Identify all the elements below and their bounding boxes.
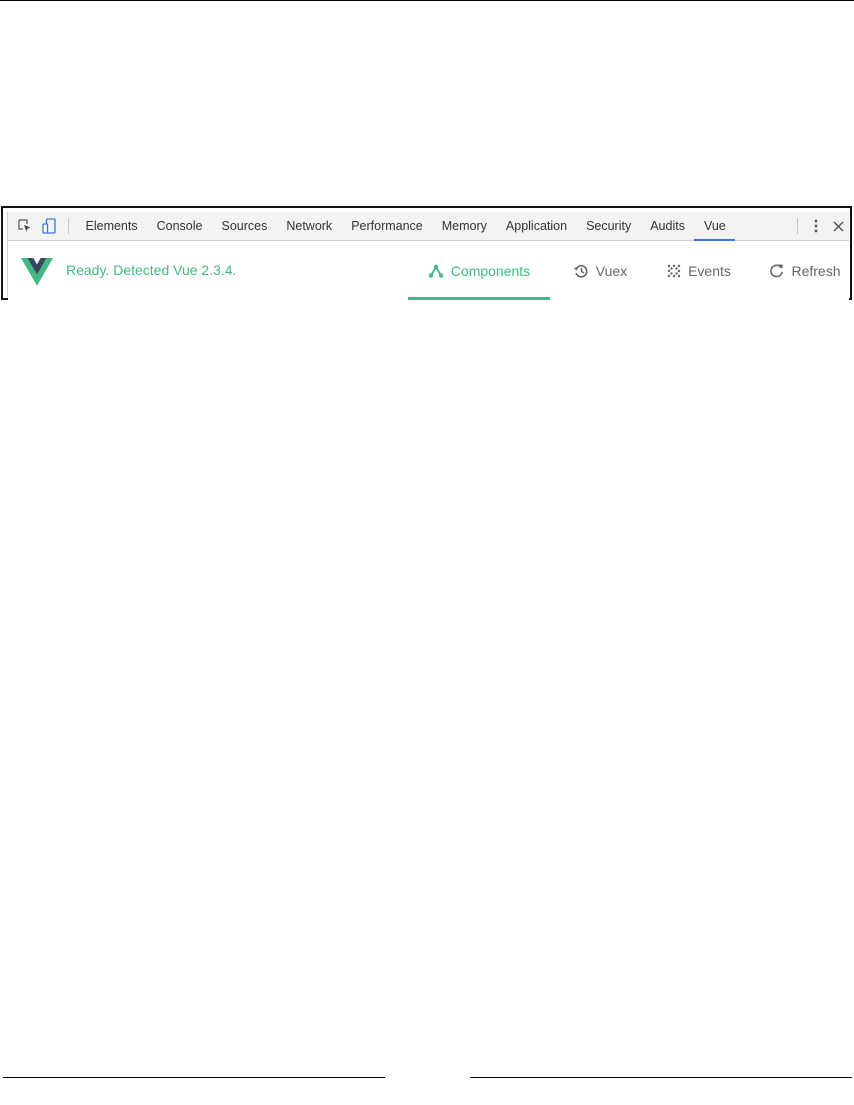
close-icon[interactable] <box>827 212 849 240</box>
history-icon <box>573 264 588 278</box>
top-rule <box>0 0 854 1</box>
tab-performance[interactable]: Performance <box>342 212 433 240</box>
refresh-label: Refresh <box>791 262 841 279</box>
device-toolbar-icon[interactable] <box>37 212 61 240</box>
tab-components[interactable]: Components <box>408 241 550 300</box>
tab-elements[interactable]: Elements <box>76 212 147 240</box>
tab-audits[interactable]: Audits <box>641 212 695 240</box>
tab-vue[interactable]: Vue <box>694 212 736 241</box>
tab-application[interactable]: Application <box>496 212 576 240</box>
tab-console[interactable]: Console <box>147 212 212 240</box>
tab-sources[interactable]: Sources <box>212 212 277 240</box>
devtools-toolbar: Elements Console Sources Network Perform… <box>8 212 849 241</box>
screenshot-frame: Elements Console Sources Network Perform… <box>1 206 852 300</box>
tab-security[interactable]: Security <box>577 212 641 240</box>
toolbar-right <box>790 212 849 240</box>
tab-events-label: Events <box>688 262 731 279</box>
events-dots-icon <box>667 264 681 277</box>
toolbar-divider-right <box>797 218 798 234</box>
devtools-window: Elements Console Sources Network Perform… <box>7 212 849 300</box>
tab-memory[interactable]: Memory <box>432 212 496 240</box>
footer-rule-right <box>470 1077 852 1078</box>
tab-network[interactable]: Network <box>277 212 342 240</box>
status-message: Ready. Detected Vue 2.3.4. <box>66 262 237 278</box>
tab-components-label: Components <box>450 262 531 279</box>
tab-vuex-label: Vuex <box>595 262 628 279</box>
refresh-button[interactable]: Refresh <box>758 241 852 300</box>
page: Elements Console Sources Network Perform… <box>0 0 854 1105</box>
tab-vuex[interactable]: Vuex <box>560 241 640 300</box>
toolbar-divider <box>68 218 69 234</box>
footer-rule-left <box>3 1077 385 1078</box>
vue-devtools-header: Ready. Detected Vue 2.3.4. Components Vu… <box>8 241 849 300</box>
inspect-element-icon[interactable] <box>13 212 37 240</box>
component-tree-icon <box>428 264 443 278</box>
vue-logo-icon <box>21 258 53 286</box>
kebab-menu-icon[interactable] <box>805 212 827 240</box>
refresh-icon <box>770 264 784 278</box>
tab-events[interactable]: Events <box>654 241 744 300</box>
